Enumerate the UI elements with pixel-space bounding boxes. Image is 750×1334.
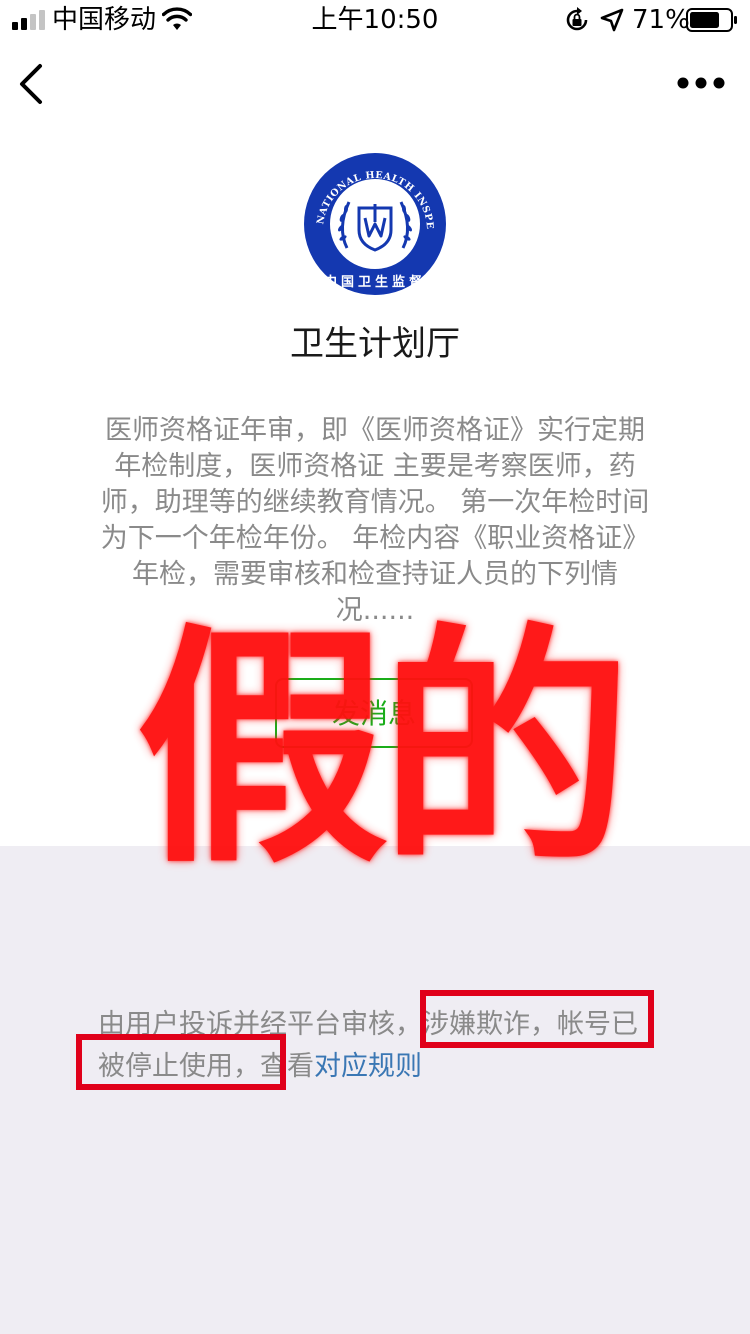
rules-link[interactable]: 对应规则: [314, 1051, 422, 1082]
account-description: 医师资格证年审，即《医师资格证》实行定期年检制度，医师资格证 主要是考察医师，药…: [100, 415, 650, 626]
status-bar: 中国移动 上午10:50 71%: [0, 0, 750, 40]
lock-rotation-icon: [566, 7, 588, 31]
send-message-button[interactable]: 发消息: [275, 678, 473, 748]
suspension-panel: [0, 846, 750, 1334]
battery-icon: [686, 8, 737, 32]
account-name: 卫生计划厅: [290, 324, 460, 364]
health-inspection-emblem-icon: CHINA NATIONAL HEALTH INSPECTION 中国卫生监督: [303, 152, 446, 295]
notice-text-4: 查看: [260, 1051, 314, 1082]
back-icon[interactable]: [14, 62, 50, 106]
location-icon: [600, 8, 624, 32]
suspension-notice: 由用户投诉并经平台审核，涉嫌欺诈，帐号已被停止使用，查看对应规则: [98, 1004, 658, 1088]
notice-text-1: 由用户投诉并经平台审核，: [98, 1009, 422, 1040]
svg-text:中国卫生监督: 中国卫生监督: [324, 274, 426, 290]
battery-percent: 71%: [632, 5, 690, 35]
more-icon[interactable]: [676, 70, 726, 96]
notice-text-2: 涉嫌欺诈，帐号: [422, 1009, 611, 1040]
